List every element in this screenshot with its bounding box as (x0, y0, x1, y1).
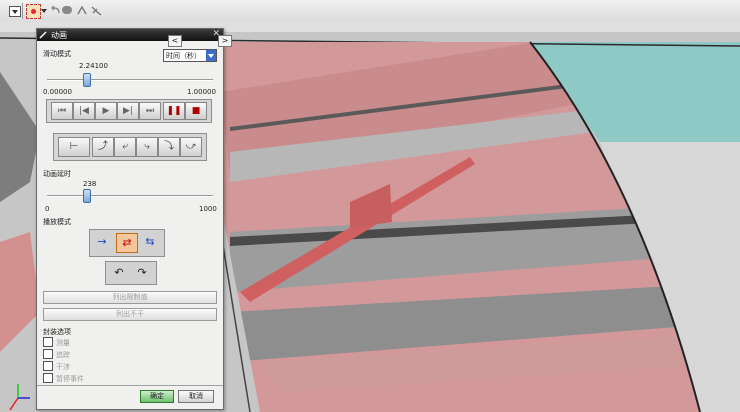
trace-checkbox[interactable] (43, 349, 53, 359)
time-current-value: 2.24100 (79, 62, 108, 70)
selection-filter-icon[interactable] (26, 4, 41, 19)
pause-icon[interactable]: ❚❚ (163, 102, 185, 120)
wand-icon (39, 31, 47, 39)
pause-event-checkbox[interactable] (43, 373, 53, 383)
stop-icon[interactable]: ■ (185, 102, 207, 120)
dialog-title: 动画 (51, 31, 67, 40)
interference-label: 干涉 (56, 363, 70, 371)
delay-current-value: 238 (83, 180, 97, 188)
coordinate-axis-icon (6, 380, 34, 412)
fast-forward-icon[interactable]: ⏭ (139, 102, 161, 120)
step-tool-icon-3[interactable]: ⤷ (136, 137, 158, 157)
slide-mode-label: 滑动模式 (43, 50, 71, 58)
play-once-icon[interactable]: → (92, 233, 112, 251)
reverse-icon[interactable]: ⇆ (140, 233, 160, 251)
pause-event-label: 暂停事件 (56, 375, 84, 383)
delay-max-value: 1000 (199, 205, 217, 213)
step-back-icon[interactable]: |◀ (73, 102, 95, 120)
play-icon[interactable]: ▶ (95, 102, 117, 120)
delay-slider-thumb[interactable] (82, 189, 91, 203)
cancel-button[interactable]: 取消 (178, 390, 214, 403)
selection-dropdown-icon[interactable] (41, 6, 47, 15)
time-max-value: 1.00000 (187, 88, 216, 96)
step-tool-icon-4[interactable]: ⤵ (158, 137, 180, 157)
assoc-group: ↶ ↷ (105, 261, 157, 285)
blob-icon[interactable] (62, 6, 72, 14)
step-forward-icon[interactable]: ▶| (117, 102, 139, 120)
list-limits-button[interactable]: 列出限制值 (43, 291, 217, 304)
nav-prev-button[interactable]: < (168, 35, 182, 47)
footer-divider (37, 385, 223, 386)
play-mode-label: 播放模式 (43, 218, 71, 226)
main-toolbar (0, 0, 740, 23)
capture-options-label: 封装选项 (43, 328, 71, 336)
list-interference-button[interactable]: 列出不干 (43, 308, 217, 321)
undo-arrow-icon[interactable] (49, 4, 62, 17)
step-tool-icon-5[interactable]: ⤻ (180, 137, 202, 157)
chevron-down-icon[interactable] (206, 50, 216, 61)
ok-button[interactable]: 确定 (140, 390, 174, 403)
slide-mode-select[interactable]: 时间（秒） (163, 49, 217, 62)
rotate-icon[interactable] (76, 4, 89, 17)
measure-label: 测量 (56, 339, 70, 347)
start-tool-icon[interactable]: ⊢ (58, 137, 90, 157)
delay-min-value: 0 (45, 205, 50, 213)
slide-mode-value: 时间（秒） (166, 52, 201, 60)
assoc-icon-1[interactable]: ↶ (109, 264, 129, 282)
toolbar-dropdown-arrow-icon[interactable] (9, 6, 21, 17)
step-tool-icon-1[interactable]: ⤴ (92, 137, 114, 157)
rewind-to-start-icon[interactable]: ⏮ (51, 102, 73, 120)
dialog-titlebar: 动画 ✕ (37, 29, 223, 41)
delay-label: 动画延时 (43, 170, 71, 178)
nav-next-button[interactable]: > (218, 35, 232, 47)
play-mode-group: → ⇄ ⇆ (89, 229, 165, 257)
time-slider-thumb[interactable] (83, 73, 91, 87)
loop-icon[interactable]: ⇄ (116, 233, 138, 253)
delay-slider-track[interactable] (47, 195, 213, 197)
step-tool-icon-2[interactable]: ⤶ (114, 137, 136, 157)
toolbar-separator (22, 3, 23, 19)
playback-controls: ⏮ |◀ ▶ ▶| ⏭ ❚❚ ■ (46, 99, 212, 123)
animation-dialog: 动画 ✕ 滑动模式 时间（秒） 2.24100 0.00000 1.00000 … (36, 28, 224, 410)
measure-checkbox[interactable] (43, 337, 53, 347)
assoc-icon-2[interactable]: ↷ (132, 264, 152, 282)
time-min-value: 0.00000 (43, 88, 72, 96)
step-tool-group: ⊢ ⤴ ⤶ ⤷ ⤵ ⤻ (53, 133, 207, 161)
interference-checkbox[interactable] (43, 361, 53, 371)
time-slider-track[interactable] (47, 79, 213, 81)
trace-label: 追踪 (56, 351, 70, 359)
sweep-icon[interactable] (90, 4, 103, 17)
